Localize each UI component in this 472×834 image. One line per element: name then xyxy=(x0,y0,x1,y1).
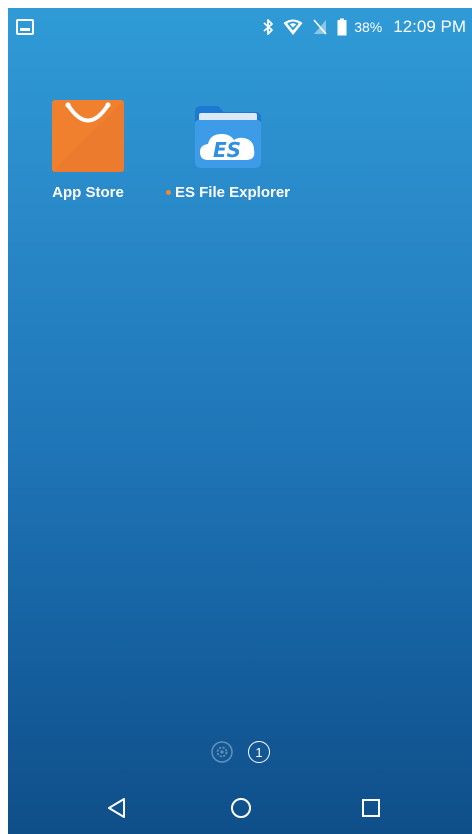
back-button[interactable] xyxy=(95,786,139,830)
es-folder-icon: ES xyxy=(192,100,264,172)
battery-percent: 38% xyxy=(354,19,383,35)
svg-text:ES: ES xyxy=(213,138,241,162)
new-badge-dot xyxy=(165,190,171,195)
es-file-explorer-shortcut[interactable]: ES ES File Explorer xyxy=(158,100,298,201)
app-store-shortcut[interactable]: App Store xyxy=(18,100,158,202)
status-icons: 38% 12:09 PM xyxy=(262,8,466,46)
wifi-icon xyxy=(283,18,303,36)
home-button[interactable] xyxy=(219,786,263,830)
page-indicator: 1 xyxy=(8,740,472,764)
home-screen: 38% 12:09 PM App Store ES ES File Explor… xyxy=(8,8,472,834)
no-sim-icon xyxy=(312,18,328,36)
bluetooth-icon xyxy=(262,18,274,36)
status-clock: 12:09 PM xyxy=(393,17,466,36)
back-icon xyxy=(108,798,125,818)
gallery-notification-icon xyxy=(16,19,34,35)
recents-icon xyxy=(362,799,380,817)
battery-icon xyxy=(337,18,347,36)
navigation-bar xyxy=(8,780,472,834)
page-1-indicator[interactable]: 1 xyxy=(248,741,270,763)
status-bar: 38% 12:09 PM xyxy=(8,8,472,46)
settings-icon[interactable] xyxy=(210,740,234,764)
app-label: ES File Explorer xyxy=(174,184,291,201)
shopping-bag-icon xyxy=(52,100,124,172)
recents-button[interactable] xyxy=(349,786,393,830)
home-icon xyxy=(231,798,251,818)
app-label: App Store xyxy=(52,184,124,201)
